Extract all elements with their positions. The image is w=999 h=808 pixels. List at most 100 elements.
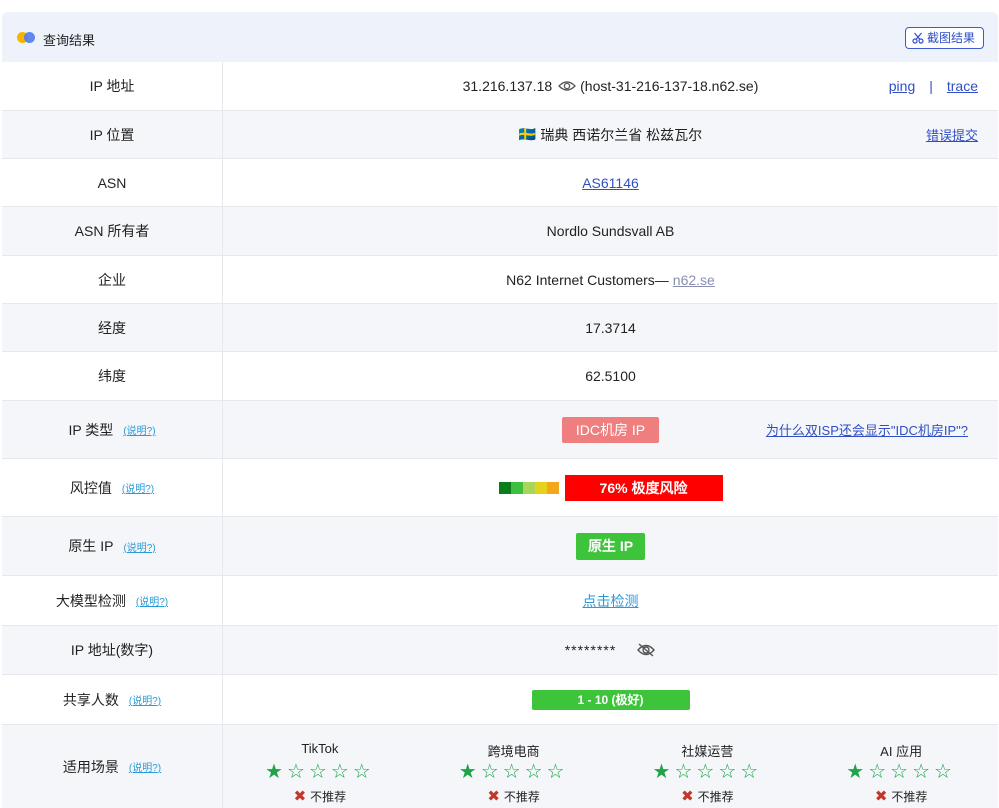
cross-icon: ✖ bbox=[874, 788, 888, 805]
cross-icon: ✖ bbox=[487, 788, 500, 805]
why-wrap: 为什么双ISP还会显示"IDC机房IP"? bbox=[766, 401, 968, 458]
result-header: 查询结果 截图结果 bbox=[2, 12, 998, 62]
risk-score-badge: 76% 极度风险 bbox=[564, 474, 723, 501]
shared-help-link[interactable]: (说明?) bbox=[129, 692, 161, 707]
llm-help-link[interactable]: (说明?) bbox=[136, 593, 168, 608]
risk-label-text: 风控值 bbox=[69, 479, 112, 496]
scene-social: 社媒运营 ★☆☆☆☆ ✖ 不推荐 bbox=[611, 725, 805, 808]
cross-icon: ✖ bbox=[681, 788, 694, 805]
scenes-grid: TikTok ★☆☆☆☆ ✖ 不推荐 跨境电商 ★☆☆☆☆ ✖ 不推荐 社媒运营 ★… bbox=[223, 725, 998, 808]
row-longitude-label: 经度 bbox=[2, 304, 223, 351]
recommendation-text: 不推荐 bbox=[503, 789, 540, 804]
row-asn-label: ASN bbox=[2, 159, 223, 206]
risk-scale-segment bbox=[522, 481, 535, 494]
ip-address: 31.216.137.18 bbox=[462, 78, 553, 94]
scene-name: 社媒运营 bbox=[681, 744, 734, 759]
row-ip-value: 31.216.137.18 (host-31-216-137-18.n62.se… bbox=[223, 62, 998, 110]
row-latitude-label: 纬度 bbox=[2, 352, 223, 400]
scene-name: TikTok bbox=[301, 741, 339, 756]
scene-name: 跨境电商 bbox=[487, 744, 540, 759]
risk-help-link[interactable]: (说明?) bbox=[122, 480, 154, 495]
company-domain-link[interactable]: n62.se bbox=[673, 272, 715, 288]
row-location: IP 位置 🇸🇪 瑞典 西诺尔兰省 松兹瓦尔 错误提交 bbox=[2, 111, 998, 159]
row-ip: IP 地址 31.216.137.18 (host-31-216-137-18.… bbox=[2, 62, 998, 111]
scene-recommendation: ✖ 不推荐 bbox=[875, 787, 928, 805]
ip-hostname: (host-31-216-137-18.n62.se) bbox=[580, 78, 759, 94]
ip-number-masked: ******** bbox=[564, 642, 617, 658]
row-ip-number-value: ******** bbox=[223, 626, 998, 674]
company-name: N62 Internet Customers— bbox=[506, 271, 669, 288]
row-asn-value: AS61146 bbox=[223, 159, 998, 206]
row-llm-label: 大模型检测 (说明?) bbox=[2, 576, 223, 625]
scene-recommendation: ✖ 不推荐 bbox=[487, 787, 540, 805]
result-title: 查询结果 bbox=[43, 33, 96, 48]
result-table: IP 地址 31.216.137.18 (host-31-216-137-18.… bbox=[2, 62, 998, 808]
screenshot-button[interactable]: 截图结果 bbox=[904, 27, 984, 49]
shared-label-text: 共享人数 bbox=[62, 691, 119, 708]
recommendation-text: 不推荐 bbox=[891, 789, 928, 804]
row-asn: ASN AS61146 bbox=[2, 159, 998, 207]
ip-type-help-link[interactable]: (说明?) bbox=[123, 422, 155, 437]
star-rating: ★☆☆☆☆ bbox=[846, 761, 956, 783]
llm-detect-link[interactable]: 点击检测 bbox=[583, 591, 639, 611]
ping-link[interactable]: ping bbox=[889, 78, 915, 94]
row-asn-owner-label: ASN 所有者 bbox=[2, 207, 223, 255]
risk-scale-segment bbox=[510, 481, 523, 494]
row-ip-type-label: IP 类型 (说明?) bbox=[2, 401, 223, 458]
scene-recommendation: ✖ 不推荐 bbox=[294, 787, 347, 805]
row-ip-number-label: IP 地址(数字) bbox=[2, 626, 223, 674]
risk-scale bbox=[498, 481, 559, 494]
row-scenes-label: 适用场景 (说明?) bbox=[2, 725, 223, 808]
ip-type-label-text: IP 类型 bbox=[68, 421, 114, 438]
row-shared-label: 共享人数 (说明?) bbox=[2, 675, 223, 724]
tool-separator: | bbox=[929, 78, 933, 94]
scenes-help-link[interactable]: (说明?) bbox=[129, 759, 161, 774]
row-company: 企业 N62 Internet Customers— n62.se bbox=[2, 256, 998, 304]
screenshot-button-label: 截图结果 bbox=[926, 31, 975, 45]
report-wrap: 错误提交 bbox=[926, 111, 978, 158]
recommendation-text: 不推荐 bbox=[697, 789, 734, 804]
row-ip-number: IP 地址(数字) ******** bbox=[2, 626, 998, 675]
scene-recommendation: ✖ 不推荐 bbox=[681, 787, 734, 805]
row-llm: 大模型检测 (说明?) 点击检测 bbox=[2, 576, 998, 626]
latitude-value: 62.5100 bbox=[585, 368, 636, 384]
row-native: 原生 IP (说明?) 原生 IP bbox=[2, 517, 998, 576]
scissors-icon bbox=[912, 32, 924, 44]
sweden-flag-icon: 🇸🇪 bbox=[518, 126, 537, 142]
scene-ecommerce: 跨境电商 ★☆☆☆☆ ✖ 不推荐 bbox=[417, 725, 611, 808]
trace-link[interactable]: trace bbox=[947, 78, 978, 94]
why-idc-link[interactable]: 为什么双ISP还会显示"IDC机房IP"? bbox=[766, 420, 968, 439]
row-native-value: 原生 IP bbox=[223, 517, 998, 575]
asn-link[interactable]: AS61146 bbox=[582, 175, 639, 191]
row-shared-value: 1 - 10 (极好) bbox=[223, 675, 998, 724]
row-llm-value: 点击检测 bbox=[223, 576, 998, 625]
row-location-label: IP 位置 bbox=[2, 111, 223, 158]
scene-name: AI 应用 bbox=[880, 744, 923, 759]
row-ip-type: IP 类型 (说明?) IDC机房 IP 为什么双ISP还会显示"IDC机房IP… bbox=[2, 401, 998, 459]
row-ip-label: IP 地址 bbox=[2, 62, 223, 110]
shared-users-bar: 1 - 10 (极好) bbox=[531, 689, 690, 710]
native-help-link[interactable]: (说明?) bbox=[123, 539, 155, 554]
row-risk-label: 风控值 (说明?) bbox=[2, 459, 223, 516]
report-error-link[interactable]: 错误提交 bbox=[926, 125, 978, 144]
risk-scale-segment bbox=[534, 481, 547, 494]
cross-icon: ✖ bbox=[293, 788, 307, 805]
ip-tools: ping | trace bbox=[889, 62, 978, 110]
row-company-value: N62 Internet Customers— n62.se bbox=[223, 256, 998, 303]
native-ip-badge: 原生 IP bbox=[575, 532, 646, 560]
scene-tiktok: TikTok ★☆☆☆☆ ✖ 不推荐 bbox=[223, 725, 417, 808]
eye-icon[interactable] bbox=[558, 80, 577, 92]
row-risk-value: 76% 极度风险 bbox=[223, 459, 998, 516]
row-shared: 共享人数 (说明?) 1 - 10 (极好) bbox=[2, 675, 998, 725]
row-company-label: 企业 bbox=[2, 256, 223, 303]
recommendation-text: 不推荐 bbox=[310, 789, 347, 804]
star-rating: ★☆☆☆☆ bbox=[652, 761, 763, 783]
longitude-value: 17.3714 bbox=[585, 319, 636, 336]
scenes-label-text: 适用场景 bbox=[62, 758, 119, 775]
logo-icon bbox=[17, 30, 37, 44]
star-rating: ★☆☆☆☆ bbox=[458, 761, 569, 783]
eye-off-icon[interactable] bbox=[636, 642, 656, 658]
llm-label-text: 大模型检测 bbox=[55, 592, 126, 609]
risk-scale-segment bbox=[498, 481, 511, 494]
row-scenes: 适用场景 (说明?) TikTok ★☆☆☆☆ ✖ 不推荐 跨境电商 ★☆☆☆☆ … bbox=[2, 725, 998, 808]
